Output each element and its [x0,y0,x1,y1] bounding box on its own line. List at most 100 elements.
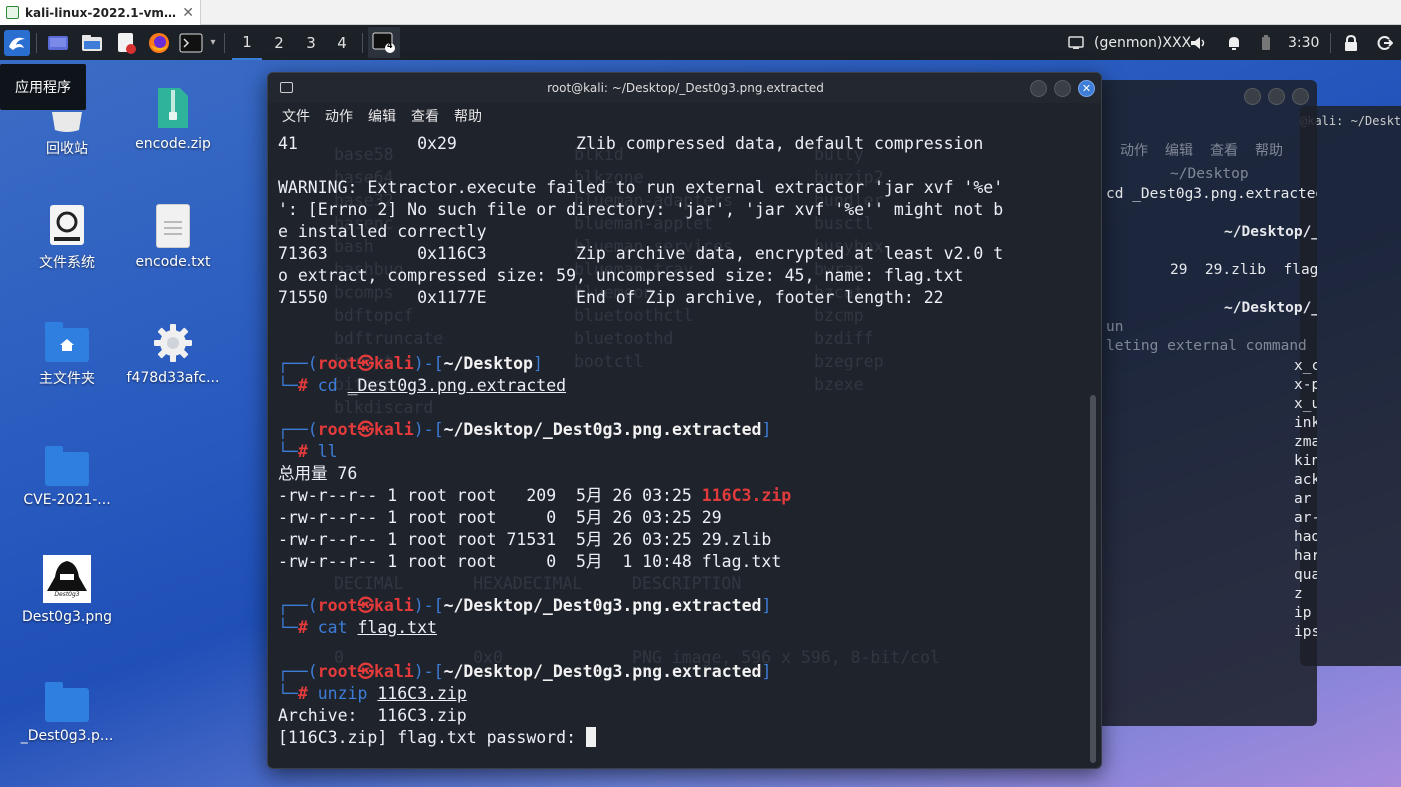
battery-icon [1262,34,1270,50]
desktop-icon-home[interactable]: 主文件夹 [12,322,122,388]
terminal-launcher-button[interactable] [178,29,204,56]
close-icon[interactable]: ✕ [182,5,194,21]
minimize-button[interactable] [1244,88,1261,105]
terminal-titlebar[interactable]: root@kali: ~/Desktop/_Dest0g3.png.extrac… [268,73,1101,103]
bg-line: ~/Desktop [1170,166,1249,182]
ls-row: -rw-r--r-- 1 root root 71531 5月 26 03:25… [278,530,772,549]
genmon-indicator[interactable]: (genmon)XXX [1068,25,1191,60]
bg-line: ink [1294,415,1317,431]
menu-item[interactable]: 编辑 [1165,140,1193,160]
workspace-3[interactable]: 3 [296,25,326,60]
minimize-button[interactable] [1030,80,1047,97]
menu-view[interactable]: 查看 [411,106,439,126]
vm-tab-title: kali-linux-2022.1-vmware-amd64 [25,5,176,20]
desktop-icon-label: encode.zip [135,136,211,152]
monitor-icon [1068,35,1084,49]
bg-line: x_update [1294,396,1317,412]
desktop-icon-extracted-folder[interactable]: _Dest0g3.p... [12,682,122,744]
volume-icon [1191,36,1205,49]
command-line: └─# cat flag.txt [278,618,437,637]
lock-icon [1345,34,1357,51]
ls-row: -rw-r--r-- 1 root root 209 5月 26 03:25 1… [278,486,792,505]
firefox-button[interactable] [147,29,171,56]
desktop-icon-hash-file[interactable]: f478d33afc... [118,322,228,386]
bg-line: un [1106,319,1124,335]
desktop-icon-label: Dest0g3.png [22,609,112,625]
menu-action[interactable]: 动作 [325,106,353,126]
workspace-4[interactable]: 4 [327,25,357,60]
output-line: 总用量 76 [278,464,358,483]
bg-line: z [1294,586,1303,602]
launcher-dropdown-icon[interactable]: ▾ [206,29,220,56]
terminal-output[interactable]: base58 base64 base32 basenc bash bashbug… [278,133,1088,763]
file-manager-button[interactable] [80,29,104,56]
output-line: o extract, compressed size: 59, uncompre… [278,266,964,285]
lock-screen-button[interactable] [1344,25,1358,60]
close-button[interactable]: ✕ [1078,80,1095,97]
output-line: 71363 0x116C3 Zip archive data, encrypte… [278,244,1004,263]
logout-button[interactable] [1377,25,1393,60]
drive-icon [50,205,84,245]
workspace-2[interactable]: 2 [264,25,294,60]
terminal-scrollbar[interactable] [1090,395,1096,763]
output-line: 71550 0x1177E End of Zip archive, footer… [278,288,944,307]
vm-tab[interactable]: kali-linux-2022.1-vmware-amd64 ✕ [0,0,201,25]
bg-line: x_chkpwd [1294,358,1317,374]
task-count-badge: 4 [387,41,393,50]
bg-line: ip [1294,605,1312,621]
logout-icon [1377,35,1393,50]
desktop-icon-filesystem[interactable]: 文件系统 [12,204,122,272]
desktop-icon [48,35,68,50]
bg-line: cd _Dest0g3.png.extracted [1106,186,1317,202]
maximize-button[interactable] [1268,88,1285,105]
menu-help[interactable]: 帮助 [454,106,482,126]
zip-file-icon [158,88,188,128]
workspace-1[interactable]: 1 [232,25,262,60]
menu-item[interactable]: 动作 [1120,140,1148,160]
volume-button[interactable] [1189,25,1207,60]
password-prompt[interactable]: [116C3.zip] flag.txt password: [278,727,596,749]
bell-icon [1229,36,1239,50]
background-terminal-2[interactable]: 动作 编辑 查看 帮助 ~/Desktop cd _Dest0g3.png.ex… [1080,80,1317,726]
vm-icon [6,6,19,19]
desktop-icon-label: 回收站 [46,141,88,157]
notifications-button[interactable] [1226,25,1242,60]
bg-line: ipsfx [1294,624,1317,640]
text-file-icon [156,204,190,248]
desktop-icon-cve-folder[interactable]: CVE-2021-... [12,446,122,508]
desktop-icon-encode-zip[interactable]: encode.zip [118,86,228,152]
prompt-line: ┌──(root㉿kali)-[~/Desktop/_Dest0g3.png.e… [278,662,772,681]
battery-indicator[interactable] [1261,25,1271,60]
menu-item[interactable]: 帮助 [1255,140,1283,160]
taskbar-terminal-group[interactable]: 4 [368,27,400,58]
desktop-icon-label: 文件系统 [39,255,95,271]
menu-file[interactable]: 文件 [282,106,310,126]
desktop-icon-encode-txt[interactable]: encode.txt [118,204,228,270]
desktop-icon-trash[interactable]: 回收站 [12,112,122,158]
home-icon [60,339,74,351]
bg-line: ar-nonfree [1294,510,1317,526]
bg-line: ar [1294,491,1312,507]
prompt-line: ┌──(root㉿kali)-[~/Desktop] [278,354,543,373]
show-desktop-button[interactable] [46,29,70,56]
text-editor-icon [118,32,136,54]
desktop-icon-label: 主文件夹 [39,371,95,387]
text-editor-button[interactable] [114,29,138,56]
image-caption: Dest0g3 [54,591,80,598]
close-button[interactable] [1292,88,1309,105]
terminal-icon [280,82,293,93]
clock[interactable]: 3:30 [1288,25,1319,60]
bg-line: kinitramfs [1294,453,1317,469]
desktop-icon-label: CVE-2021-... [23,492,111,508]
applications-tooltip: 应用程序 [0,64,86,110]
menu-item[interactable]: 查看 [1210,140,1238,160]
menu-edit[interactable]: 编辑 [368,106,396,126]
desktop-icon-dest0g3-png[interactable]: Dest0g3 Dest0g3.png [12,555,122,625]
firefox-icon [149,32,169,53]
maximize-button[interactable] [1054,80,1071,97]
image-icon: Dest0g3 [43,555,91,603]
terminal-window[interactable]: root@kali: ~/Desktop/_Dest0g3.png.extrac… [267,72,1102,769]
terminal-menubar: 文件 动作 编辑 查看 帮助 [268,103,1101,129]
gear-icon [154,324,192,362]
kali-menu-button[interactable] [4,29,30,56]
